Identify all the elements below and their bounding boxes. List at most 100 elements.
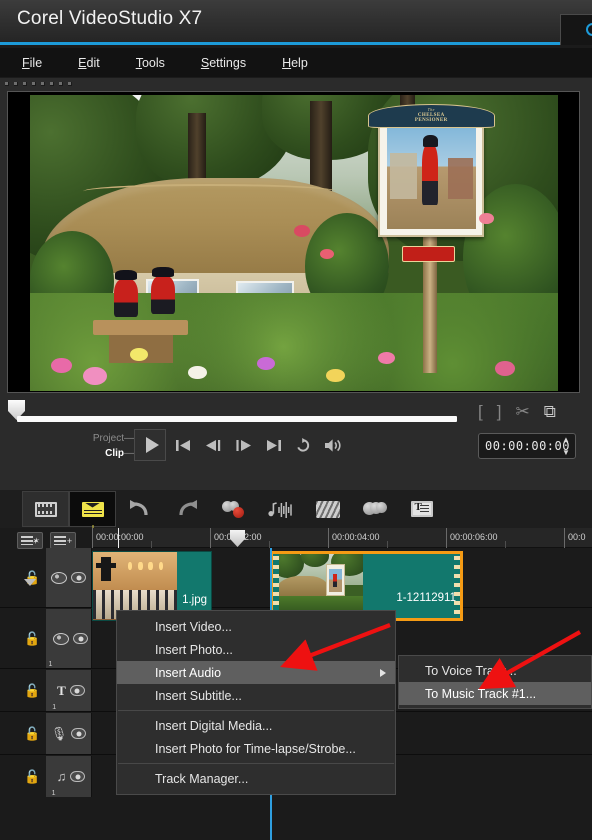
waveform-icon [267, 501, 292, 518]
preview-scrubber[interactable] [0, 399, 470, 425]
panel-drag-handle[interactable] [0, 78, 592, 90]
timecode-field[interactable]: 00:00:00:00 ▲ ▼ [478, 433, 576, 459]
pub-sign-badge [402, 245, 456, 263]
step-back-icon [205, 439, 220, 451]
overlay-track-lock-icon[interactable]: 🔓 [24, 631, 40, 647]
submenu-arrow-icon [380, 668, 386, 677]
film-reel-icon [51, 571, 67, 584]
split-clip-icon[interactable]: ✂ [515, 403, 529, 420]
eye-icon[interactable] [69, 685, 85, 696]
context-menu-item-insert-photo-timelapse[interactable]: Insert Photo for Time-lapse/Strobe... [117, 737, 395, 760]
end-button[interactable] [260, 433, 286, 457]
music-note-icon: ♫ [56, 769, 67, 784]
mark-in-button[interactable]: [ [478, 403, 483, 420]
track-number-label: 1 [52, 704, 57, 711]
eye-icon[interactable] [71, 728, 87, 739]
context-menu-item-insert-subtitle[interactable]: Insert Subtitle... [117, 684, 395, 707]
title-track-1-badge[interactable]: 1 T [46, 670, 92, 711]
clip-label: 1-12112911 [396, 592, 456, 604]
timecode-stepper[interactable]: ▲ ▼ [560, 436, 572, 457]
motion-tracking-button[interactable] [351, 491, 398, 527]
track-expander-icon[interactable] [24, 579, 36, 586]
track-manager-button[interactable]: + [50, 532, 76, 549]
previous-frame-button[interactable] [200, 433, 226, 457]
repeat-button[interactable] [290, 433, 316, 457]
title-bar: Corel VideoStudio X7 [0, 0, 592, 45]
undo-arrow-icon [129, 500, 148, 516]
clip-label: 1.jpg [182, 594, 207, 606]
timeline-ruler[interactable]: 00:00:00:00 00:00:02:00 00:00:04:00 00:0… [92, 528, 592, 548]
pub-sign-board [378, 112, 485, 238]
skip-start-icon [175, 439, 190, 451]
trim-tools-group: [ ] ✂ ⧉ [478, 403, 556, 420]
voice-track-lock-icon[interactable]: 🔓 [24, 726, 40, 742]
menu-item-file[interactable]: File [22, 56, 42, 70]
capture-snapshot-icon[interactable]: ⧉ [544, 403, 556, 420]
subtitle-editor-button[interactable] [398, 491, 445, 527]
storyboard-view-button[interactable] [22, 491, 69, 527]
context-menu-item-insert-video[interactable]: Insert Video... [117, 615, 395, 638]
stepper-down-icon[interactable]: ▼ [562, 449, 570, 457]
preview-mode-clip[interactable]: Clip— [78, 446, 134, 461]
three-dots-icon [362, 501, 387, 517]
app-title: Corel VideoStudio X7 [17, 8, 203, 29]
preview-panel: The CHELSEA PENSIONER [0, 90, 592, 395]
context-menu-item-insert-digital-media[interactable]: Insert Digital Media... [117, 714, 395, 737]
batch-convert-icon [315, 500, 340, 518]
eye-icon[interactable] [70, 771, 86, 782]
batch-convert-button[interactable] [304, 491, 351, 527]
video-track-row: 🔓 1.jpg 1-12112911 [0, 548, 592, 621]
context-menu-item-insert-audio[interactable]: Insert Audio [117, 661, 395, 684]
play-button[interactable] [134, 429, 166, 461]
insert-audio-submenu: To Voice Track... To Music Track #1... [398, 655, 592, 709]
mark-out-button[interactable]: ] [497, 403, 502, 420]
title-text-icon: T [57, 683, 66, 698]
redo-arrow-icon [178, 500, 197, 516]
film-strip-icon [34, 501, 57, 517]
menu-item-edit[interactable]: Edit [78, 56, 100, 70]
submenu-item-to-music-track-1[interactable]: To Music Track #1... [399, 682, 591, 705]
redo-button[interactable] [163, 491, 210, 527]
sign-line-1: The [427, 106, 435, 112]
transport-panel: [ ] ✂ ⧉ Project— Clip— 00:00:00:00 ▲ ▼ [0, 395, 592, 490]
home-button[interactable] [170, 433, 196, 457]
top-right-panel[interactable] [560, 14, 592, 45]
submenu-item-to-voice-track[interactable]: To Voice Track... [399, 659, 591, 682]
volume-button[interactable] [320, 433, 346, 457]
context-menu-item-insert-photo[interactable]: Insert Photo... [117, 638, 395, 661]
skip-end-icon [266, 439, 281, 451]
context-menu-separator [118, 710, 394, 711]
context-menu-item-track-manager[interactable]: Track Manager... [117, 767, 395, 790]
show-all-tracks-button[interactable]: ✶ [17, 532, 43, 549]
preview-frame[interactable]: The CHELSEA PENSIONER [7, 91, 580, 393]
music-track-lock-icon[interactable]: 🔓 [24, 769, 40, 785]
overlay-track-1-badge[interactable]: 1 [46, 609, 92, 668]
ruler-zero-marker [118, 528, 119, 548]
microphone-icon: 🎙 [50, 726, 68, 741]
audio-mixer-button[interactable] [257, 491, 304, 527]
scrubber-track[interactable] [17, 416, 457, 422]
video-track-area[interactable]: 1.jpg 1-12112911 [92, 548, 592, 621]
stepper-up-icon[interactable]: ▲ [562, 436, 570, 444]
preview-mode-project[interactable]: Project— [78, 431, 134, 446]
eye-icon[interactable] [73, 633, 89, 644]
play-icon [145, 437, 159, 453]
film-reel-icon [53, 632, 70, 645]
video-track-badge[interactable] [46, 548, 92, 607]
sprocket-right-icon [454, 556, 460, 616]
music-track-1-badge[interactable]: 1 ♫ [46, 756, 92, 797]
step-forward-icon [235, 439, 251, 451]
eye-icon[interactable] [71, 572, 86, 583]
menu-item-tools[interactable]: Tools [136, 56, 165, 70]
menu-item-settings[interactable]: Settings [201, 56, 246, 70]
title-text-icon [410, 501, 433, 517]
timeline-view-button[interactable] [69, 491, 116, 527]
title-track-lock-icon[interactable]: 🔓 [24, 683, 40, 699]
voice-track-badge[interactable]: 🎙 [46, 713, 92, 754]
menu-item-help[interactable]: Help [282, 56, 308, 70]
sign-line-3: PENSIONER [414, 118, 448, 124]
next-frame-button[interactable] [230, 433, 256, 457]
preview-mode-toggle: Project— Clip— [78, 431, 134, 461]
record-capture-button[interactable] [210, 491, 257, 527]
undo-button[interactable] [116, 491, 163, 527]
